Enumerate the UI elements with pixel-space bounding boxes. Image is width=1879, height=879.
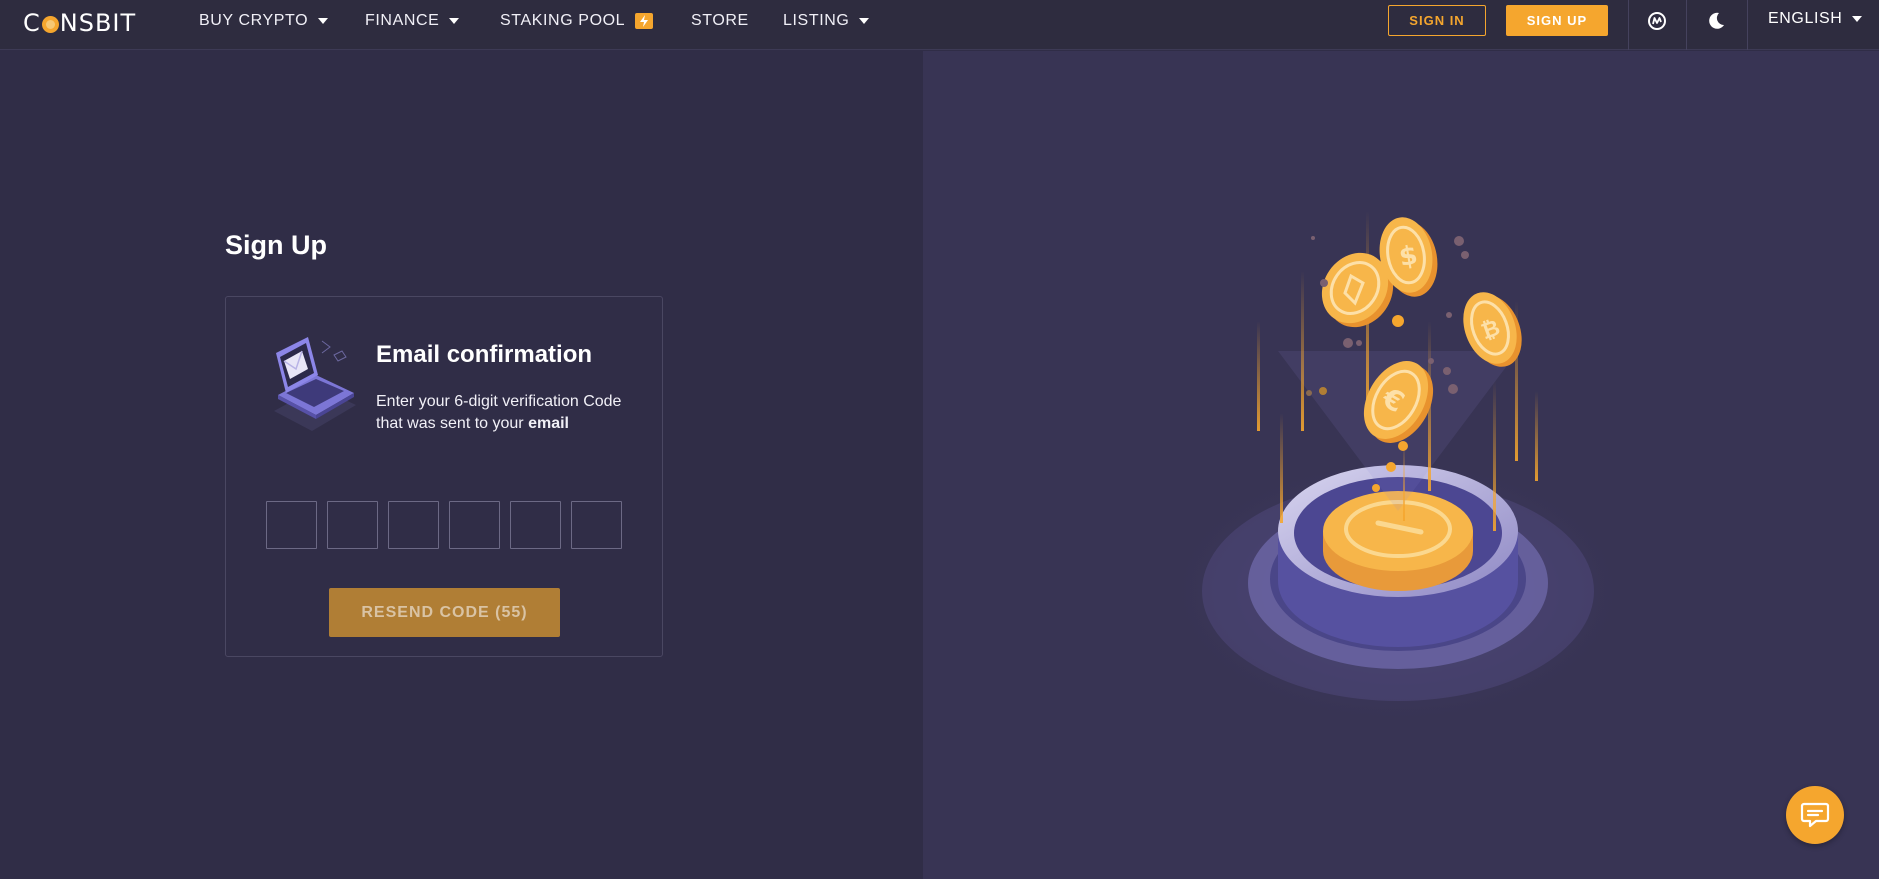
resend-code-button[interactable]: RESEND CODE (55): [329, 588, 560, 637]
logo-letter-c: C: [23, 9, 41, 37]
top-navbar: C NSBIT BUY CRYPTO FINANCE STAKING POOL S…: [0, 0, 1879, 50]
nav-buy-crypto-label: BUY CRYPTO: [199, 12, 309, 29]
desc-line-1: Enter your 6-digit verification Code: [376, 393, 622, 410]
sign-up-button[interactable]: SIGN UP: [1506, 5, 1608, 36]
chat-support-button[interactable]: [1786, 786, 1844, 844]
lightning-icon: [635, 13, 654, 29]
sign-in-button[interactable]: SIGN IN: [1388, 5, 1486, 36]
coins-platform-illustration: $ ₿ €: [1158, 211, 1638, 731]
nav-listing-label: LISTING: [783, 12, 850, 29]
email-confirmation-card: Email confirmation Enter your 6-digit ve…: [225, 296, 663, 657]
caret-down-icon: [449, 18, 460, 24]
nav-divider: [1686, 0, 1687, 50]
nav-listing[interactable]: LISTING: [783, 10, 870, 32]
nav-buy-crypto[interactable]: BUY CRYPTO: [199, 10, 329, 32]
desc-line-2: that was sent to your: [376, 415, 529, 432]
laptop-email-illustration: [264, 333, 364, 443]
caret-down-icon: [318, 18, 329, 24]
logo-text: NSBIT: [59, 9, 137, 37]
desc-email-bold: email: [528, 415, 569, 432]
logo-coin-icon: [41, 15, 59, 33]
nav-staking-pool[interactable]: STAKING POOL: [500, 10, 654, 32]
page-title: Sign Up: [225, 230, 327, 260]
nav-staking-pool-label: STAKING POOL: [500, 12, 626, 29]
verification-code-inputs: [266, 501, 622, 549]
consbit-logo[interactable]: C NSBIT: [23, 9, 136, 37]
language-label: ENGLISH: [1768, 10, 1843, 27]
code-digit-6[interactable]: [571, 501, 622, 549]
caret-down-icon: [859, 18, 870, 24]
nav-finance-label: FINANCE: [365, 12, 440, 29]
code-digit-3[interactable]: [388, 501, 439, 549]
card-title: Email confirmation: [376, 341, 593, 368]
hero-illustration-panel: $ ₿ €: [923, 51, 1879, 879]
nav-divider: [1628, 0, 1629, 50]
nav-store-label: STORE: [691, 12, 749, 29]
moon-icon[interactable]: [1701, 8, 1731, 34]
chevron-down-icon: [1852, 16, 1863, 22]
chat-bubble-icon: [1800, 802, 1830, 828]
nav-divider: [1747, 0, 1748, 50]
code-digit-4[interactable]: [449, 501, 500, 549]
code-digit-2[interactable]: [327, 501, 378, 549]
card-description: Enter your 6-digit verification Code tha…: [376, 391, 636, 435]
code-digit-1[interactable]: [266, 501, 317, 549]
nav-finance[interactable]: FINANCE: [365, 10, 460, 32]
code-digit-5[interactable]: [510, 501, 561, 549]
nav-store[interactable]: STORE: [691, 10, 749, 32]
language-selector[interactable]: ENGLISH: [1768, 10, 1863, 28]
coinmarketcap-icon[interactable]: [1642, 8, 1672, 34]
